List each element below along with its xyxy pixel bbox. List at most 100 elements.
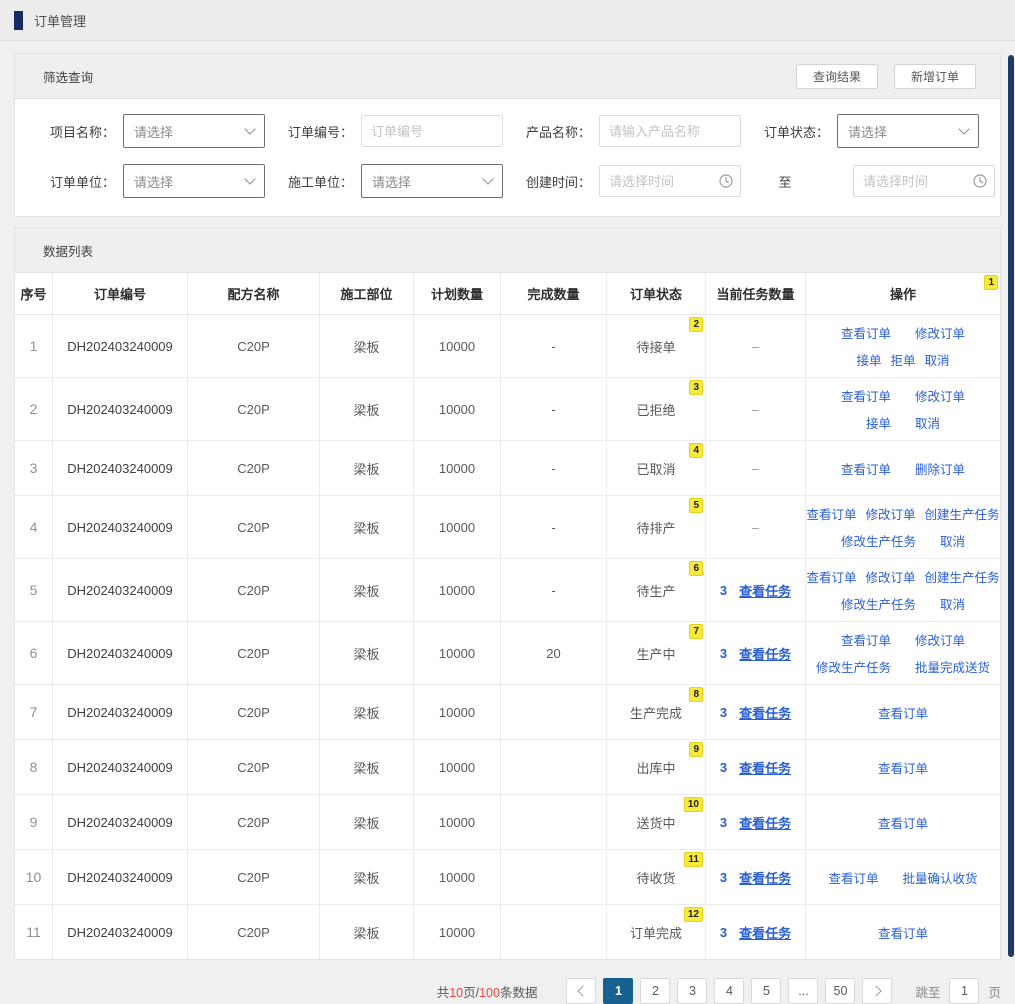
add-order-button[interactable]: 新增订单 xyxy=(894,64,976,89)
action-link[interactable]: 修改订单 xyxy=(866,504,916,523)
action-link[interactable]: 批量确认收货 xyxy=(903,868,978,887)
planned-qty-cell: 10000 xyxy=(414,740,501,794)
actions-cell: 查看订单修改订单创建生产任务修改生产任务 取消 xyxy=(806,496,1000,558)
order-number-input[interactable] xyxy=(361,115,503,147)
action-line: 查看订单 xyxy=(878,923,928,942)
view-tasks-link[interactable]: 查看任务 xyxy=(739,758,791,777)
action-link[interactable]: 查看订单 xyxy=(878,758,928,777)
order-number-cell: DH202403240009 xyxy=(53,740,188,794)
prev-page-button[interactable] xyxy=(566,978,596,1004)
action-link[interactable]: 修改订单 xyxy=(866,567,916,586)
create-time-end-input[interactable] xyxy=(853,165,995,197)
task-count: 3 xyxy=(720,815,727,830)
completed-qty-cell: - xyxy=(501,441,607,495)
page-button-4[interactable]: 4 xyxy=(714,978,744,1004)
next-page-button[interactable] xyxy=(862,978,892,1004)
action-link[interactable]: 取消 xyxy=(915,413,940,432)
annotation-badge: 4 xyxy=(689,443,703,458)
action-link[interactable]: 修改订单 xyxy=(915,630,965,649)
status-label: 待生产 xyxy=(636,581,675,600)
page-button-3[interactable]: 3 xyxy=(677,978,707,1004)
jump-page-input[interactable] xyxy=(949,978,979,1004)
query-results-button[interactable]: 查询结果 xyxy=(796,64,878,89)
construction-part-cell: 梁板 xyxy=(320,685,414,739)
planned-qty-cell: 10000 xyxy=(414,905,501,959)
order-number-cell: DH202403240009 xyxy=(53,622,188,684)
action-link[interactable]: 删除订单 xyxy=(915,459,965,478)
field-order-status: 订单状态： 请选择 xyxy=(741,114,995,148)
action-link[interactable]: 修改生产任务 xyxy=(841,531,916,550)
action-link[interactable]: 查看订单 xyxy=(878,923,928,942)
table-row: 7DH202403240009C20P梁板10000生产完成83查看任务查看订单 xyxy=(15,685,1000,740)
action-link[interactable]: 查看订单 xyxy=(841,386,891,405)
summary-record-count: 100 xyxy=(479,986,500,1000)
task-count-empty: – xyxy=(752,339,759,354)
pagination-summary: 共10页/100条数据 xyxy=(437,982,538,1001)
action-link[interactable]: 查看订单 xyxy=(878,703,928,722)
action-link[interactable]: 查看订单 xyxy=(841,459,891,478)
action-link[interactable]: 查看订单 xyxy=(806,567,856,586)
view-tasks-link[interactable]: 查看任务 xyxy=(739,923,791,942)
recipe-name-cell: C20P xyxy=(188,559,320,621)
construction-part-cell: 梁板 xyxy=(320,559,414,621)
action-link[interactable]: 接单 xyxy=(866,413,891,432)
vertical-scrollbar[interactable] xyxy=(1008,55,1014,957)
order-status-cell: 出库中9 xyxy=(607,740,706,794)
task-count: 3 xyxy=(720,870,727,885)
view-tasks-link[interactable]: 查看任务 xyxy=(739,581,791,600)
construction-unit-select[interactable]: 请选择 xyxy=(361,164,503,198)
planned-qty-cell: 10000 xyxy=(414,315,501,377)
action-link[interactable]: 取消 xyxy=(925,350,950,369)
view-tasks-link[interactable]: 查看任务 xyxy=(739,703,791,722)
construction-part-cell: 梁板 xyxy=(320,315,414,377)
row-index-cell: 7 xyxy=(15,685,53,739)
action-link[interactable]: 创建生产任务 xyxy=(925,504,1000,523)
action-link[interactable]: 查看订单 xyxy=(878,813,928,832)
page-button-5[interactable]: 5 xyxy=(751,978,781,1004)
completed-qty-cell xyxy=(501,850,607,904)
table-row: 5DH202403240009C20P梁板10000-待生产63查看任务查看订单… xyxy=(15,559,1000,622)
page-button-1[interactable]: 1 xyxy=(603,978,633,1004)
action-link[interactable]: 查看订单 xyxy=(828,868,878,887)
action-link[interactable]: 查看订单 xyxy=(841,323,891,342)
order-status-select[interactable]: 请选择 xyxy=(837,114,979,148)
jump-label: 跳至 xyxy=(915,982,940,1001)
action-line: 接单 取消 xyxy=(866,413,940,432)
action-link[interactable]: 拒单 xyxy=(890,350,915,369)
action-link[interactable]: 查看订单 xyxy=(806,504,856,523)
row-index-cell: 6 xyxy=(15,622,53,684)
page-ellipsis-button[interactable]: ... xyxy=(788,978,818,1004)
action-link[interactable]: 查看订单 xyxy=(841,630,891,649)
product-name-input[interactable] xyxy=(599,115,741,147)
row-index-cell: 2 xyxy=(15,378,53,440)
action-link[interactable]: 取消 xyxy=(940,594,965,613)
completed-qty-cell xyxy=(501,905,607,959)
construction-unit-label: 施工单位： xyxy=(265,172,361,191)
action-link[interactable]: 修改订单 xyxy=(915,323,965,342)
data-list-title: 数据列表 xyxy=(43,241,93,260)
view-tasks-link[interactable]: 查看任务 xyxy=(739,813,791,832)
action-link[interactable]: 修改订单 xyxy=(915,386,965,405)
create-time-start-input[interactable] xyxy=(599,165,741,197)
status-label: 生产完成 xyxy=(630,703,682,722)
task-count-cell: – xyxy=(706,441,806,495)
project-name-select[interactable]: 请选择 xyxy=(123,114,265,148)
action-link[interactable]: 接单 xyxy=(856,350,881,369)
view-tasks-link[interactable]: 查看任务 xyxy=(739,868,791,887)
action-link[interactable]: 修改生产任务 xyxy=(841,594,916,613)
action-link[interactable]: 取消 xyxy=(940,531,965,550)
planned-qty-cell: 10000 xyxy=(414,559,501,621)
action-link[interactable]: 批量完成送货 xyxy=(915,657,990,676)
action-link[interactable]: 创建生产任务 xyxy=(925,567,1000,586)
view-tasks-link[interactable]: 查看任务 xyxy=(739,644,791,663)
order-unit-select[interactable]: 请选择 xyxy=(123,164,265,198)
actions-cell: 查看订单 xyxy=(806,795,1000,849)
page-button-2[interactable]: 2 xyxy=(640,978,670,1004)
column-header-order-status: 订单状态 xyxy=(607,273,706,314)
order-number-cell: DH202403240009 xyxy=(53,559,188,621)
select-value: 请选择 xyxy=(848,122,887,141)
row-index-cell: 3 xyxy=(15,441,53,495)
action-link[interactable]: 修改生产任务 xyxy=(816,657,891,676)
table-row: 1DH202403240009C20P梁板10000-待接单2–查看订单修改订单… xyxy=(15,315,1000,378)
page-button-50[interactable]: 50 xyxy=(825,978,855,1004)
